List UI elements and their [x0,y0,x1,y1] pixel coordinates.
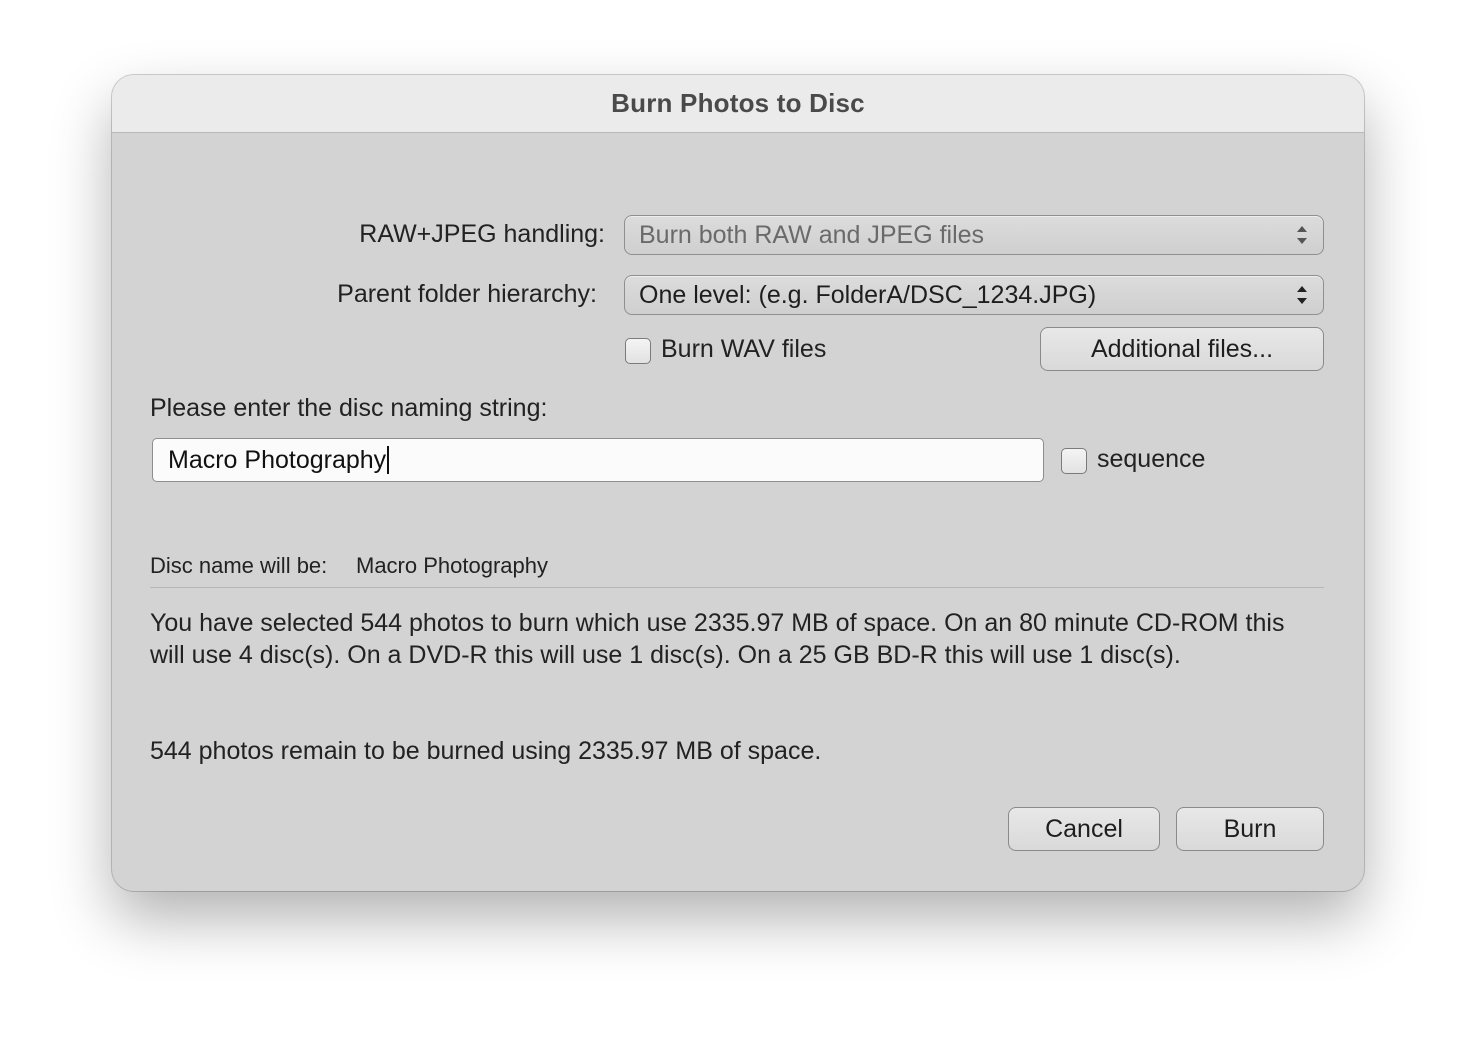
burn-label: Burn [1223,814,1277,843]
naming-prompt: Please enter the disc naming string: [150,394,548,422]
cancel-label: Cancel [1045,814,1123,843]
disc-naming-value: Macro Photography [168,445,387,474]
additional-files-label: Additional files... [1090,334,1274,363]
additional-files-button[interactable]: Additional files... [1040,327,1324,371]
burn-button[interactable]: Burn [1176,807,1324,851]
burn-wav-label[interactable]: Burn WAV files [661,335,826,364]
parent-folder-popup[interactable]: One level: (e.g. FolderA/DSC_1234.JPG) [624,275,1324,315]
text-caret [387,446,390,474]
raw-jpeg-popup[interactable]: Burn both RAW and JPEG files [624,215,1324,255]
sequence-label[interactable]: sequence [1097,445,1205,474]
popup-arrows-icon [1297,226,1307,244]
burn-wav-checkbox[interactable] [625,338,651,364]
dialog-title: Burn Photos to Disc [611,88,865,118]
burn-dialog: Burn Photos to Disc RAW+JPEG handling: B… [112,75,1364,891]
cancel-button[interactable]: Cancel [1008,807,1160,851]
selection-summary: You have selected 544 photos to burn whi… [150,609,1285,669]
sequence-checkbox[interactable] [1061,448,1087,474]
disc-naming-input[interactable]: Macro Photography [152,438,1044,482]
disc-name-value: Macro Photography [356,553,548,578]
popup-arrows-icon [1297,286,1307,304]
remaining-summary: 544 photos remain to be burned using 233… [150,737,822,765]
raw-jpeg-label: RAW+JPEG handling: [359,220,605,248]
divider [150,587,1324,588]
title-bar: Burn Photos to Disc [112,75,1364,133]
raw-jpeg-value: Burn both RAW and JPEG files [639,220,985,249]
parent-folder-value: One level: (e.g. FolderA/DSC_1234.JPG) [639,280,1097,309]
parent-folder-label: Parent folder hierarchy: [337,280,597,308]
disc-name-label: Disc name will be: [150,553,328,578]
